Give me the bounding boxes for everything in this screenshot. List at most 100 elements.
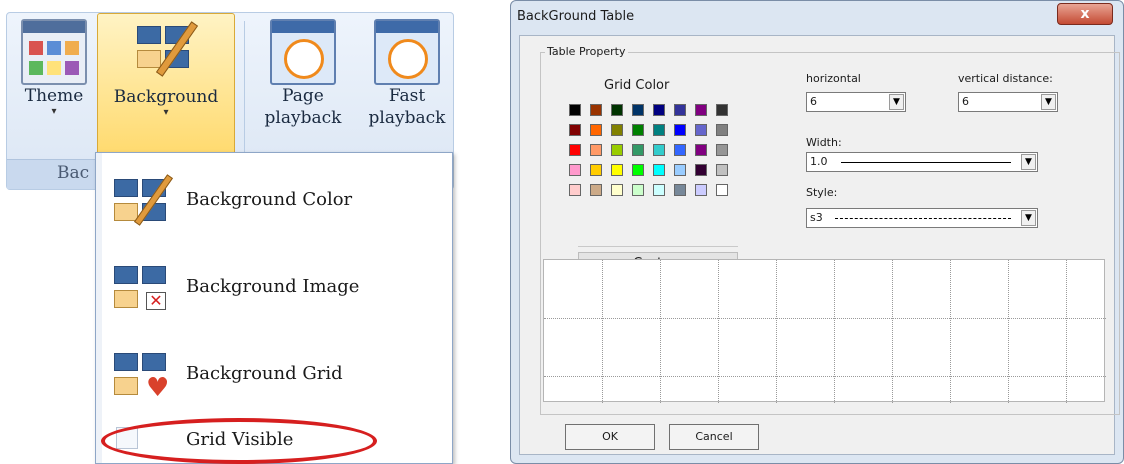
fast-playback-label-line2: playback [368,108,446,128]
horizontal-value: 6 [810,95,817,108]
background-label: Background [113,87,219,107]
page-playback-label-line1: Page [282,86,324,106]
color-swatch[interactable] [569,164,581,176]
background-dropdown-menu: Background Color ✕ Background Image ♥ Ba… [95,152,453,464]
vertical-distance-select[interactable]: 6 ▼ [958,92,1058,112]
page-playback-icon [270,19,336,85]
style-select[interactable]: s3 ▼ [806,208,1038,228]
cancel-button[interactable]: Cancel [669,424,759,450]
color-swatch[interactable] [674,184,686,196]
close-button[interactable]: x [1057,3,1113,25]
dropdown-arrow-icon[interactable]: ▼ [889,94,904,110]
color-swatch[interactable] [611,144,623,156]
grid-vertical-line [892,260,893,403]
color-swatch[interactable] [632,104,644,116]
grid-horizontal-line [544,318,1106,319]
menu-item-background-image[interactable]: ✕ Background Image [102,254,452,324]
highlight-ellipse [101,418,377,464]
color-swatch[interactable] [611,184,623,196]
dashed-line-preview [835,218,1011,219]
dropdown-arrow-icon[interactable]: ▼ [1041,94,1056,110]
color-swatch[interactable] [716,144,728,156]
background-grid-icon: ♥ [112,351,174,401]
menu-item-label: Background Grid [186,363,343,384]
width-select[interactable]: 1.0 ▼ [806,152,1038,172]
dialog-title: BackGround Table [517,9,635,24]
page-playback-label-line2: playback [264,108,342,128]
grid-vertical-line [718,260,719,403]
background-color-icon [112,174,174,227]
color-swatch[interactable] [695,104,707,116]
chevron-down-icon: ▾ [51,106,57,117]
color-swatch[interactable] [611,124,623,136]
menu-item-label: Background Color [186,189,353,210]
color-swatch[interactable] [590,144,602,156]
grid-preview [543,259,1106,403]
color-swatch[interactable] [632,164,644,176]
grid-vertical-line [1066,260,1067,403]
color-swatch[interactable] [632,184,644,196]
ok-button[interactable]: OK [565,424,655,450]
color-swatch[interactable] [674,144,686,156]
horizontal-select[interactable]: 6 ▼ [806,92,906,112]
theme-button[interactable]: Theme ▾ [11,19,97,159]
chevron-down-icon: ▾ [163,107,169,118]
fast-playback-button[interactable]: Fast playback [357,19,457,159]
color-swatch[interactable] [716,124,728,136]
ribbon-group-label: Bac [57,163,90,183]
horizontal-label: horizontal [806,72,861,85]
color-swatch[interactable] [611,104,623,116]
theme-icon [21,19,87,85]
color-swatch[interactable] [590,104,602,116]
color-swatch[interactable] [653,144,665,156]
style-value: s3 [810,211,823,224]
menu-item-background-color[interactable]: Background Color [102,167,452,237]
background-button[interactable]: Background ▾ [97,13,235,161]
ribbon-screenshot: Bac Theme ▾ Background ▾ Page playback F… [0,0,460,464]
grid-vertical-line [660,260,661,403]
grid-vertical-line [602,260,603,403]
color-swatch[interactable] [716,184,728,196]
style-label: Style: [806,186,838,199]
color-swatch[interactable] [653,124,665,136]
dropdown-arrow-icon[interactable]: ▼ [1021,154,1036,170]
grid-color-label: Grid Color [604,78,670,93]
vertical-distance-label: vertical distance: [958,72,1053,85]
color-swatch[interactable] [653,104,665,116]
fast-playback-label-line1: Fast [388,86,426,106]
line-preview [841,162,1011,163]
color-swatch[interactable] [695,124,707,136]
color-swatch[interactable] [674,124,686,136]
color-swatch[interactable] [716,104,728,116]
menu-item-background-grid[interactable]: ♥ Background Grid [102,341,452,411]
color-swatch[interactable] [569,124,581,136]
color-swatch[interactable] [569,144,581,156]
color-swatch[interactable] [653,184,665,196]
grid-vertical-line [776,260,777,403]
color-swatch[interactable] [590,124,602,136]
color-swatch[interactable] [569,184,581,196]
color-swatch[interactable] [695,144,707,156]
vertical-distance-value: 6 [962,95,969,108]
table-property-legend: Table Property [545,45,628,58]
color-swatch[interactable] [569,104,581,116]
theme-label: Theme [24,86,84,106]
dropdown-arrow-icon[interactable]: ▼ [1021,210,1036,226]
grid-horizontal-line [544,376,1106,377]
color-swatch[interactable] [632,124,644,136]
color-swatch[interactable] [674,104,686,116]
grid-vertical-line [1008,260,1009,403]
color-swatch[interactable] [611,164,623,176]
color-swatch[interactable] [674,164,686,176]
custom-separator [578,246,738,247]
color-swatch[interactable] [653,164,665,176]
color-swatch[interactable] [590,184,602,196]
color-swatch[interactable] [590,164,602,176]
color-swatch[interactable] [716,164,728,176]
color-swatch[interactable] [695,184,707,196]
width-label: Width: [806,136,842,149]
color-swatch[interactable] [695,164,707,176]
page-playback-button[interactable]: Page playback [253,19,353,159]
color-swatch[interactable] [632,144,644,156]
menu-item-label: Background Image [186,276,360,297]
